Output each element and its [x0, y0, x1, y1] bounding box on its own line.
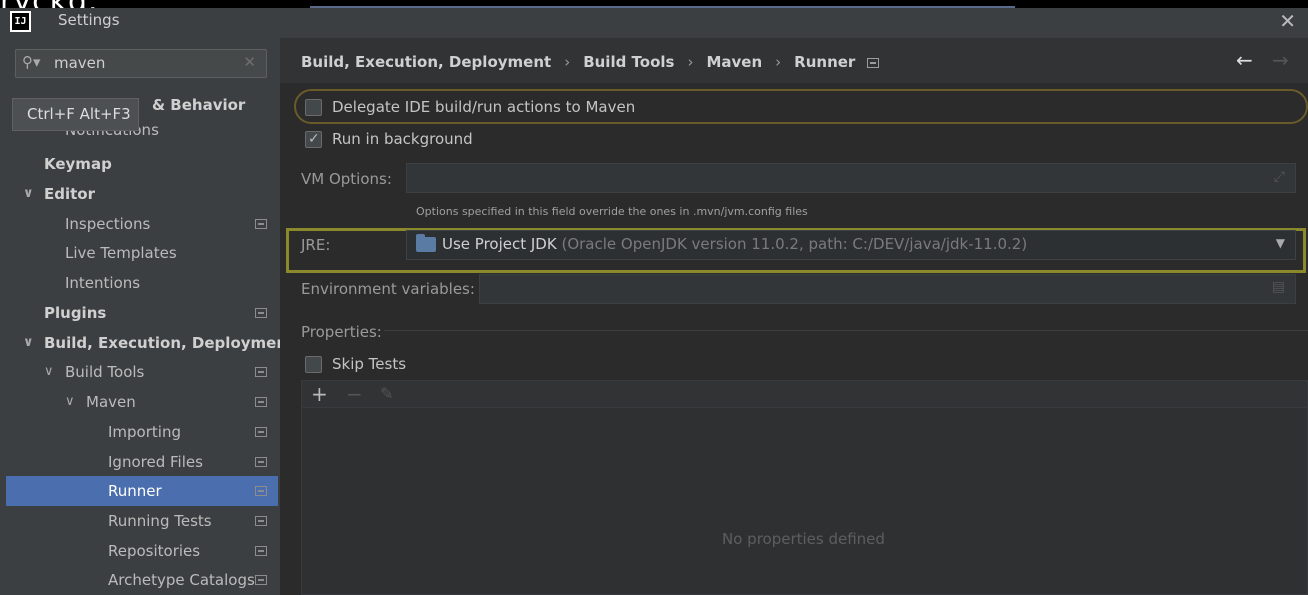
sidebar-item-label: Plugins — [44, 304, 107, 322]
back-arrow-icon[interactable]: ← — [1236, 48, 1253, 72]
project-settings-icon — [255, 308, 267, 318]
properties-table[interactable] — [301, 408, 1308, 595]
project-settings-icon — [255, 575, 267, 585]
project-settings-icon — [255, 397, 267, 407]
project-settings-icon — [255, 367, 267, 377]
properties-toolbar: + − ✎ — [301, 380, 1308, 408]
sidebar-item-runner[interactable]: Runner — [6, 476, 278, 506]
breadcrumb-path: Build, Execution, Deployment › Build Tools… — [301, 53, 880, 71]
chevron-down-icon[interactable]: ∨ — [23, 179, 34, 209]
breadcrumb-item: Runner — [794, 53, 856, 71]
close-icon[interactable]: ✕ — [1279, 9, 1296, 33]
sidebar-item-label: Ignored Files — [108, 453, 203, 471]
sidebar-item-label: Build, Execution, Deployment — [44, 334, 295, 352]
search-input[interactable] — [54, 54, 244, 72]
sidebar-item-intentions[interactable]: Intentions — [6, 268, 278, 298]
project-settings-icon — [255, 457, 267, 467]
app-logo-icon: IJ — [10, 11, 31, 32]
sidebar-item-editor[interactable]: ∨ Editor — [6, 179, 278, 209]
folder-icon — [416, 234, 436, 252]
env-vars-label: Environment variables: — [301, 280, 475, 298]
empty-properties-message: No properties defined — [722, 530, 885, 548]
sidebar-item-ignored-files[interactable]: Ignored Files — [6, 447, 278, 477]
sidebar-item-running-tests[interactable]: Running Tests — [6, 506, 278, 536]
search-icon[interactable]: ⚲▾ — [22, 53, 41, 71]
breadcrumb-separator-icon: › — [564, 53, 571, 71]
breadcrumb-separator-icon: › — [775, 53, 782, 71]
env-vars-field[interactable]: ▤ — [479, 274, 1296, 304]
sidebar-item-label: Importing — [108, 423, 181, 441]
sidebar-item-build-tools[interactable]: ∨ Build Tools — [6, 357, 278, 387]
add-icon[interactable]: + — [311, 382, 328, 406]
project-settings-icon — [867, 58, 880, 68]
chevron-down-icon[interactable]: ∨ — [23, 328, 34, 358]
vm-options-label: VM Options: — [301, 170, 392, 188]
vm-options-hint: Options specified in this field override… — [416, 205, 808, 218]
breadcrumb: Build, Execution, Deployment › Build Tools… — [280, 38, 1308, 83]
project-settings-icon — [255, 486, 267, 496]
sidebar-item-importing[interactable]: Importing — [6, 417, 278, 447]
sidebar-item-label: Archetype Catalogs — [108, 571, 255, 589]
project-settings-icon — [255, 516, 267, 526]
breadcrumb-item[interactable]: Maven — [706, 53, 762, 71]
sidebar-item-inspections[interactable]: Inspections — [6, 209, 278, 239]
expand-icon[interactable]: ⤢ — [1274, 169, 1285, 185]
chevron-down-icon[interactable]: ▼ — [1276, 236, 1285, 250]
jre-selected-value: Use Project JDK (Oracle OpenJDK version … — [442, 235, 1027, 253]
sidebar-item-archetype-catalogs[interactable]: Archetype Catalogs — [6, 565, 278, 595]
chevron-down-icon[interactable]: ∨ — [44, 357, 54, 387]
breadcrumb-item[interactable]: Build, Execution, Deployment — [301, 53, 551, 71]
jre-select[interactable]: Use Project JDK (Oracle OpenJDK version … — [406, 230, 1296, 260]
checkbox-box[interactable] — [305, 126, 322, 152]
sidebar-item-label: Keymap — [44, 155, 112, 173]
sidebar-item-label: Build Tools — [65, 363, 145, 381]
settings-content: Build, Execution, Deployment › Build Tools… — [280, 38, 1308, 595]
properties-separator — [384, 330, 1308, 331]
edit-icon[interactable]: ✎ — [380, 384, 393, 403]
sidebar-item-build-execution-deployment[interactable]: ∨ Build, Execution, Deployment — [6, 328, 294, 358]
sidebar-item-plugins[interactable]: Plugins — [6, 298, 278, 328]
sidebar-item-maven[interactable]: ∨ Maven — [6, 387, 278, 417]
jre-label: JRE: — [301, 236, 331, 254]
sidebar-item-repositories[interactable]: Repositories — [6, 536, 278, 566]
vm-options-field[interactable]: ⤢ — [406, 163, 1296, 193]
shortcut-tooltip: Ctrl+F Alt+F3 — [12, 98, 139, 131]
sidebar-item-label: Maven — [86, 393, 136, 411]
project-settings-icon — [255, 219, 267, 229]
checkbox-label: Skip Tests — [332, 355, 407, 373]
checkbox-box[interactable] — [305, 356, 322, 373]
checkbox-box[interactable] — [305, 99, 322, 116]
sidebar-item-label: Editor — [44, 185, 95, 203]
browse-icon[interactable]: ▤ — [1272, 279, 1285, 295]
jre-detail: (Oracle OpenJDK version 11.0.2, path: C:… — [561, 235, 1028, 253]
sidebar-item-keymap[interactable]: Keymap — [6, 149, 278, 179]
sidebar-item-live-templates[interactable]: Live Templates — [6, 238, 278, 268]
project-settings-icon — [255, 427, 267, 437]
sidebar-item-label: Running Tests — [108, 512, 212, 530]
checkbox-label: Run in background — [332, 130, 473, 148]
checkbox-label: Delegate IDE build/run actions to Maven — [332, 98, 636, 116]
forward-arrow-icon[interactable]: → — [1272, 48, 1289, 72]
sidebar-item-label: Inspections — [65, 215, 151, 233]
sidebar-item-label: Runner — [108, 482, 162, 500]
breadcrumb-item[interactable]: Build Tools — [583, 53, 674, 71]
chevron-down-icon[interactable]: ∨ — [65, 387, 75, 417]
project-settings-icon — [255, 546, 267, 556]
breadcrumb-separator-icon: › — [687, 53, 694, 71]
title-bar: IJ Settings ✕ — [0, 8, 1308, 38]
sidebar-item-label: Repositories — [108, 542, 201, 560]
jre-name: Use Project JDK — [442, 235, 557, 253]
sidebar-item-label: Live Templates — [65, 244, 177, 262]
top-strip — [0, 0, 1308, 8]
properties-label: Properties: — [301, 323, 382, 341]
search-box[interactable]: ⚲▾ ✕ — [15, 49, 267, 78]
remove-icon[interactable]: − — [346, 382, 363, 406]
settings-sidebar: ⚲▾ ✕ & Behavior Notifications Keymap ∨ E… — [0, 38, 294, 595]
sidebar-item-label: & Behavior — [152, 96, 246, 114]
window-title: Settings — [58, 11, 120, 29]
sidebar-item-label: Intentions — [65, 274, 141, 292]
clear-search-icon[interactable]: ✕ — [243, 53, 256, 71]
